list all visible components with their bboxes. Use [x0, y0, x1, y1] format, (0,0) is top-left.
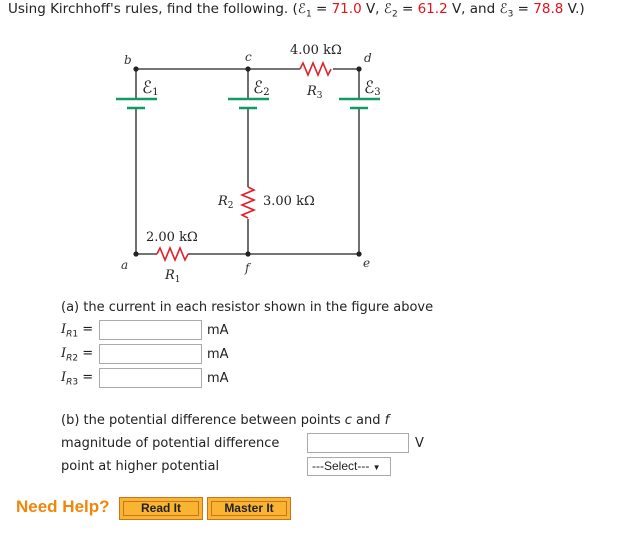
part-a-prompt: (a) the current in each resistor shown i…: [61, 300, 434, 315]
node-c-label: c: [245, 50, 252, 64]
ir3-input[interactable]: [99, 368, 202, 388]
r3-label: R3: [306, 84, 323, 101]
ir2-unit: mA: [207, 347, 229, 362]
r3-value: 4.00 kΩ: [290, 43, 342, 58]
node-e-label: e: [363, 256, 370, 270]
ir1-unit: mA: [207, 323, 229, 338]
ir3-unit: mA: [207, 371, 229, 386]
magnitude-label: magnitude of potential difference: [61, 436, 280, 451]
part-b-prompt: (b) the potential difference between poi…: [61, 413, 390, 428]
r1-label: R1: [164, 268, 181, 285]
battery-3: [339, 97, 380, 110]
ir2-label: IR2 =: [61, 346, 94, 364]
higher-potential-label: point at higher potential: [61, 459, 220, 474]
node-a-label: a: [121, 258, 128, 272]
read-it-button[interactable]: Read It: [119, 497, 203, 520]
r1-value: 2.00 kΩ: [146, 230, 198, 245]
battery-2: [228, 97, 269, 110]
ir2-input[interactable]: [99, 344, 202, 364]
magnitude-input[interactable]: [307, 433, 409, 453]
node-b-label: b: [124, 53, 132, 67]
r2-value: 3.00 kΩ: [263, 194, 315, 209]
emf1-label: ℰ1: [142, 78, 159, 98]
node-f-label: f: [244, 261, 252, 275]
batteries: [116, 97, 380, 110]
magnitude-unit: V: [415, 436, 424, 451]
resistor-r2: [239, 186, 257, 219]
dropdown-arrow-icon: ▼: [372, 463, 381, 472]
r2-label: R2: [217, 194, 234, 211]
emf3-label: ℰ3: [364, 78, 381, 98]
ir1-input[interactable]: [99, 320, 202, 340]
node-d-label: d: [364, 51, 372, 65]
wires: [135, 68, 360, 255]
master-it-button[interactable]: Master It: [207, 497, 291, 520]
higher-potential-select[interactable]: ---Select--- ▼: [307, 457, 391, 476]
need-help-label: Need Help?: [16, 497, 110, 516]
battery-1: [116, 97, 157, 110]
circuit-diagram: b c d a f e ℰ1 ℰ2 ℰ3 4.00 kΩ R3 3.00 kΩ …: [116, 43, 381, 285]
ir3-label: IR3 =: [61, 370, 94, 388]
resistor-r1: [156, 245, 189, 263]
resistor-r3: [299, 60, 332, 78]
ir1-label: IR1 =: [61, 322, 94, 340]
emf2-label: ℰ2: [253, 78, 270, 98]
